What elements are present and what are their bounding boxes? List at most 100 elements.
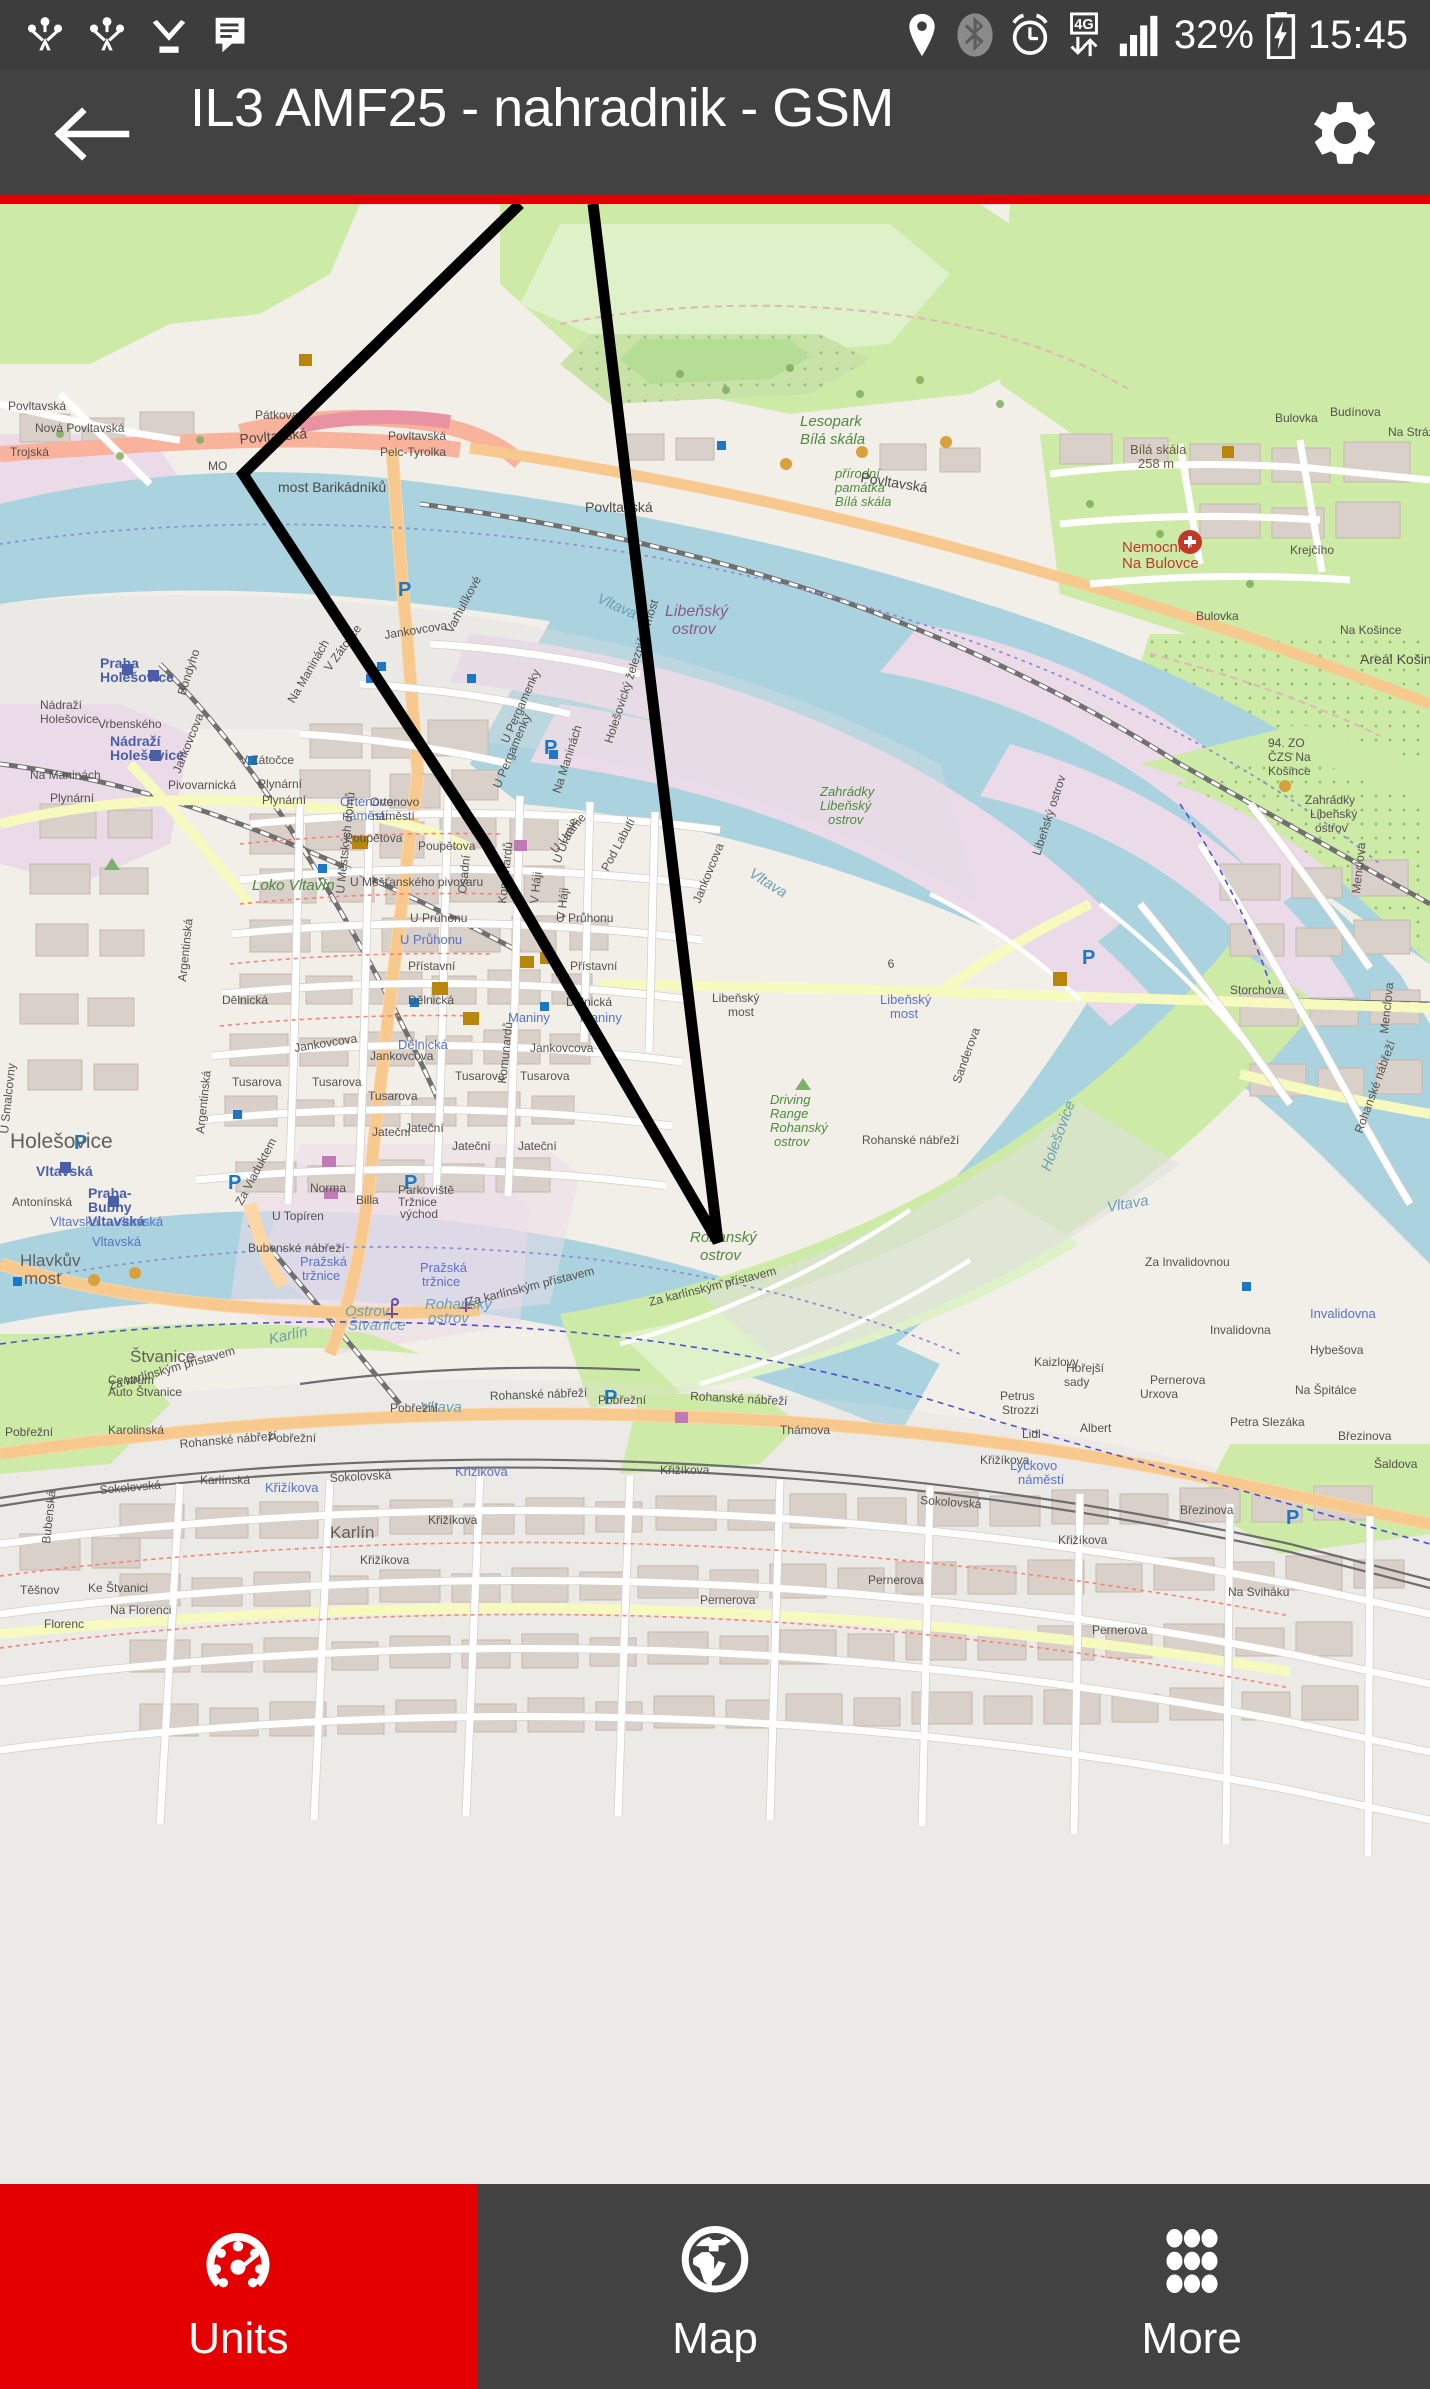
svg-text:Tusarova: Tusarova bbox=[368, 1089, 418, 1103]
gear-icon bbox=[1313, 102, 1376, 164]
svg-text:Vltavská: Vltavská bbox=[92, 1234, 142, 1249]
svg-text:Lesopark: Lesopark bbox=[800, 413, 863, 430]
tab-units[interactable]: Units bbox=[0, 2184, 477, 2389]
svg-text:Jateční: Jateční bbox=[452, 1139, 491, 1153]
svg-text:Holešovice: Holešovice bbox=[100, 669, 174, 685]
svg-text:ostrov: ostrov bbox=[828, 812, 865, 827]
svg-text:Bílá skála: Bílá skála bbox=[835, 494, 891, 509]
svg-text:Storchova: Storchova bbox=[1230, 983, 1284, 997]
svg-text:P: P bbox=[1082, 947, 1095, 969]
svg-text:Jateční: Jateční bbox=[518, 1139, 557, 1153]
svg-text:Kaizlovy: Kaizlovy bbox=[1034, 1355, 1079, 1369]
svg-text:Urxova: Urxova bbox=[1140, 1387, 1178, 1401]
arrow-left-icon bbox=[54, 107, 130, 161]
svg-text:Petrus: Petrus bbox=[1000, 1389, 1035, 1403]
svg-text:Povltavská: Povltavská bbox=[8, 399, 66, 413]
svg-text:Zahrádky: Zahrádky bbox=[819, 784, 876, 799]
svg-text:94. ZO: 94. ZO bbox=[1268, 736, 1305, 750]
svg-text:Bulovka: Bulovka bbox=[1275, 411, 1318, 425]
svg-text:Křižíkova: Křižíkova bbox=[1058, 1533, 1108, 1547]
svg-text:východ: východ bbox=[400, 1207, 438, 1221]
svg-text:Karlínská: Karlínská bbox=[200, 1473, 250, 1487]
svg-text:Pobřežní: Pobřežní bbox=[268, 1431, 317, 1445]
svg-text:Tusarova: Tusarova bbox=[520, 1069, 570, 1083]
alarm-clock-icon bbox=[1012, 13, 1048, 55]
svg-text:Jateční: Jateční bbox=[405, 1121, 444, 1135]
svg-text:Povltavská: Povltavská bbox=[585, 499, 653, 515]
svg-text:Zahrádky: Zahrádky bbox=[1305, 793, 1355, 807]
svg-text:Pivovarnická: Pivovarnická bbox=[168, 778, 236, 792]
svg-text:Jankovcova: Jankovcova bbox=[530, 1041, 594, 1055]
svg-text:Na Maninách: Na Maninách bbox=[30, 768, 101, 782]
svg-text:Thámova: Thámova bbox=[780, 1423, 830, 1437]
status-bar: 4G 32% 15:45 bbox=[0, 0, 1430, 70]
svg-text:Loko Vltavín: Loko Vltavín bbox=[252, 877, 335, 894]
svg-text:Pražská: Pražská bbox=[420, 1260, 468, 1275]
svg-text:ostrov: ostrov bbox=[1315, 821, 1348, 835]
4g-data-icon: 4G bbox=[1069, 12, 1098, 57]
download-complete-icon bbox=[152, 20, 186, 53]
svg-text:Holešovice: Holešovice bbox=[40, 712, 99, 726]
status-bar-right-icons: 4G 32% 15:45 bbox=[902, 11, 1408, 59]
svg-text:ČZS Na: ČZS Na bbox=[1268, 749, 1311, 764]
svg-text:Hybešova: Hybešova bbox=[1310, 1343, 1364, 1357]
svg-text:Rohanský: Rohanský bbox=[690, 1229, 758, 1246]
nfc-sync-icon bbox=[89, 17, 125, 51]
svg-text:Rohanský: Rohanský bbox=[770, 1120, 829, 1135]
svg-text:Na Špitálce: Na Špitálce bbox=[1295, 1382, 1357, 1397]
settings-button[interactable] bbox=[1308, 96, 1382, 170]
svg-text:Plynární: Plynární bbox=[258, 777, 303, 791]
svg-text:Invalidovna: Invalidovna bbox=[1210, 1323, 1271, 1337]
globe-icon bbox=[673, 2219, 757, 2303]
svg-text:Přístavní: Přístavní bbox=[408, 959, 456, 973]
svg-text:Na Sviháku: Na Sviháku bbox=[1228, 1585, 1289, 1599]
svg-text:Billa: Billa bbox=[356, 1193, 379, 1207]
svg-text:Tusarova: Tusarova bbox=[232, 1075, 282, 1089]
svg-text:U Topíren: U Topíren bbox=[272, 1209, 324, 1223]
svg-text:MO: MO bbox=[208, 459, 227, 473]
svg-text:Ortenovo: Ortenovo bbox=[370, 795, 420, 809]
battery-charging-icon bbox=[1266, 12, 1295, 59]
battery-percent-label: 32% bbox=[1173, 13, 1254, 57]
tab-map-label: Map bbox=[672, 2313, 758, 2363]
svg-text:Ke Štvanici: Ke Štvanici bbox=[88, 1580, 148, 1595]
svg-text:sady: sady bbox=[1064, 1375, 1089, 1389]
svg-text:Křižikova: Křižikova bbox=[455, 1464, 509, 1479]
svg-text:Norma: Norma bbox=[310, 1181, 346, 1195]
svg-text:Bubenské nábřeží: Bubenské nábřeží bbox=[248, 1241, 345, 1255]
svg-text:Pražská: Pražská bbox=[300, 1254, 348, 1269]
svg-text:Vltavská: Vltavská bbox=[114, 1214, 164, 1229]
svg-text:Nemocnice: Nemocnice bbox=[1122, 539, 1197, 556]
back-button[interactable] bbox=[52, 104, 130, 164]
svg-text:Hlavkův: Hlavkův bbox=[20, 1251, 81, 1270]
nfc-sync-icon bbox=[27, 17, 63, 51]
svg-text:Březinova: Březinova bbox=[1338, 1429, 1392, 1443]
tab-units-label: Units bbox=[188, 2313, 289, 2363]
svg-text:Plynární: Plynární bbox=[50, 791, 95, 805]
svg-text:Březinova: Březinova bbox=[1180, 1503, 1234, 1517]
message-icon bbox=[215, 17, 245, 53]
svg-text:Lidl: Lidl bbox=[1022, 1427, 1041, 1441]
app-root: 4G 32% 15:45 IL3 AMF25 - nahradnik - GSM… bbox=[0, 0, 1430, 2389]
tab-more[interactable]: More bbox=[953, 2184, 1430, 2389]
svg-text:most: most bbox=[890, 1006, 919, 1021]
svg-text:Štvanice: Štvanice bbox=[348, 1317, 406, 1334]
svg-text:most: most bbox=[728, 1005, 755, 1019]
svg-text:Areál Košinka: Areál Košinka bbox=[1360, 651, 1430, 667]
svg-text:Povltavská: Povltavská bbox=[388, 429, 446, 443]
signal-bars-icon bbox=[1119, 15, 1158, 57]
svg-text:Tusarova: Tusarova bbox=[312, 1075, 362, 1089]
map-surface: .w{fill:#aad3df} .lnd{fill:#f2efe9} .grn… bbox=[0, 204, 1430, 2184]
svg-text:Strozzi: Strozzi bbox=[1002, 1403, 1039, 1417]
grid-dots-icon bbox=[1150, 2219, 1234, 2303]
svg-text:Poupětova: Poupětova bbox=[345, 831, 403, 845]
svg-text:tržnice: tržnice bbox=[302, 1268, 340, 1283]
svg-text:Vltavská: Vltavská bbox=[50, 1214, 100, 1229]
svg-text:258 m: 258 m bbox=[1138, 456, 1174, 471]
svg-text:Lyčkovo: Lyčkovo bbox=[1010, 1458, 1057, 1473]
tab-map[interactable]: Map bbox=[477, 2184, 954, 2389]
map-canvas[interactable]: .w{fill:#aad3df} .lnd{fill:#f2efe9} .grn… bbox=[0, 204, 1430, 2184]
svg-text:Přístavní: Přístavní bbox=[570, 959, 618, 973]
svg-text:Křižíkova: Křižíkova bbox=[660, 1463, 710, 1477]
svg-text:Libeňský: Libeňský bbox=[880, 992, 932, 1007]
